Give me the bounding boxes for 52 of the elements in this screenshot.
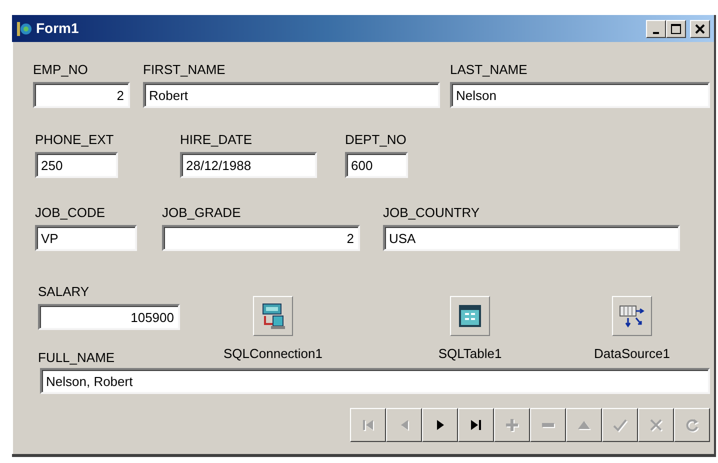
field-label: FIRST_NAME (143, 62, 226, 78)
cross-icon (648, 417, 664, 433)
datasource-component-icon[interactable] (612, 296, 652, 336)
skip-forward-icon (468, 417, 484, 433)
input-field[interactable]: Nelson (450, 82, 710, 108)
minimize-button[interactable] (646, 20, 666, 38)
input-field[interactable]: 600 (345, 152, 408, 178)
navigator-button[interactable] (602, 408, 638, 442)
input-field[interactable]: 2 (162, 225, 360, 251)
plus-icon (504, 417, 520, 433)
input-field[interactable]: 28/12/1988 (180, 152, 317, 178)
input-field[interactable]: 105900 (38, 304, 180, 330)
input-field[interactable]: Robert (143, 82, 440, 108)
input-field[interactable]: USA (383, 225, 680, 251)
input-field[interactable]: 250 (35, 152, 118, 178)
field-label: SALARY (38, 284, 90, 300)
check-icon (612, 417, 628, 433)
maximize-button[interactable] (666, 20, 686, 38)
navigator-button[interactable] (386, 408, 422, 442)
component-label: SQLTable1 (438, 345, 502, 363)
navigator-button[interactable] (674, 408, 710, 442)
table-component-icon[interactable] (450, 296, 490, 336)
input-field[interactable]: Nelson, Robert (40, 368, 710, 394)
close-button[interactable] (690, 20, 710, 38)
navigator-button[interactable] (638, 408, 674, 442)
input-field[interactable]: 2 (33, 82, 130, 108)
input-field[interactable]: VP (35, 225, 137, 251)
field-label: PHONE_EXT (35, 132, 114, 148)
minimize-icon (653, 32, 659, 34)
field-label: EMP_NO (33, 62, 88, 78)
connection-component-icon[interactable] (253, 296, 293, 336)
field-label: JOB_CODE (35, 205, 106, 221)
close-icon (695, 24, 705, 34)
field-label: JOB_GRADE (162, 205, 241, 221)
field-label: LAST_NAME (450, 62, 528, 78)
skip-back-icon (360, 417, 376, 433)
field-label: JOB_COUNTRY (383, 205, 480, 221)
field-label: FULL_NAME (38, 350, 115, 366)
navigator-button[interactable] (530, 408, 566, 442)
field-label: HIRE_DATE (180, 132, 252, 148)
navigator-button[interactable] (566, 408, 602, 442)
navigator-button[interactable] (350, 408, 386, 442)
navigator-button[interactable] (494, 408, 530, 442)
app-icon (16, 20, 32, 36)
field-label: DEPT_NO (345, 132, 406, 148)
navigator-button[interactable] (458, 408, 494, 442)
component-label: SQLConnection1 (223, 345, 322, 363)
component-label: DataSource1 (594, 345, 670, 363)
navigator-button[interactable] (422, 408, 458, 442)
maximize-icon (671, 24, 681, 34)
refresh-icon (684, 417, 700, 433)
window-title: Form1 (36, 19, 79, 38)
